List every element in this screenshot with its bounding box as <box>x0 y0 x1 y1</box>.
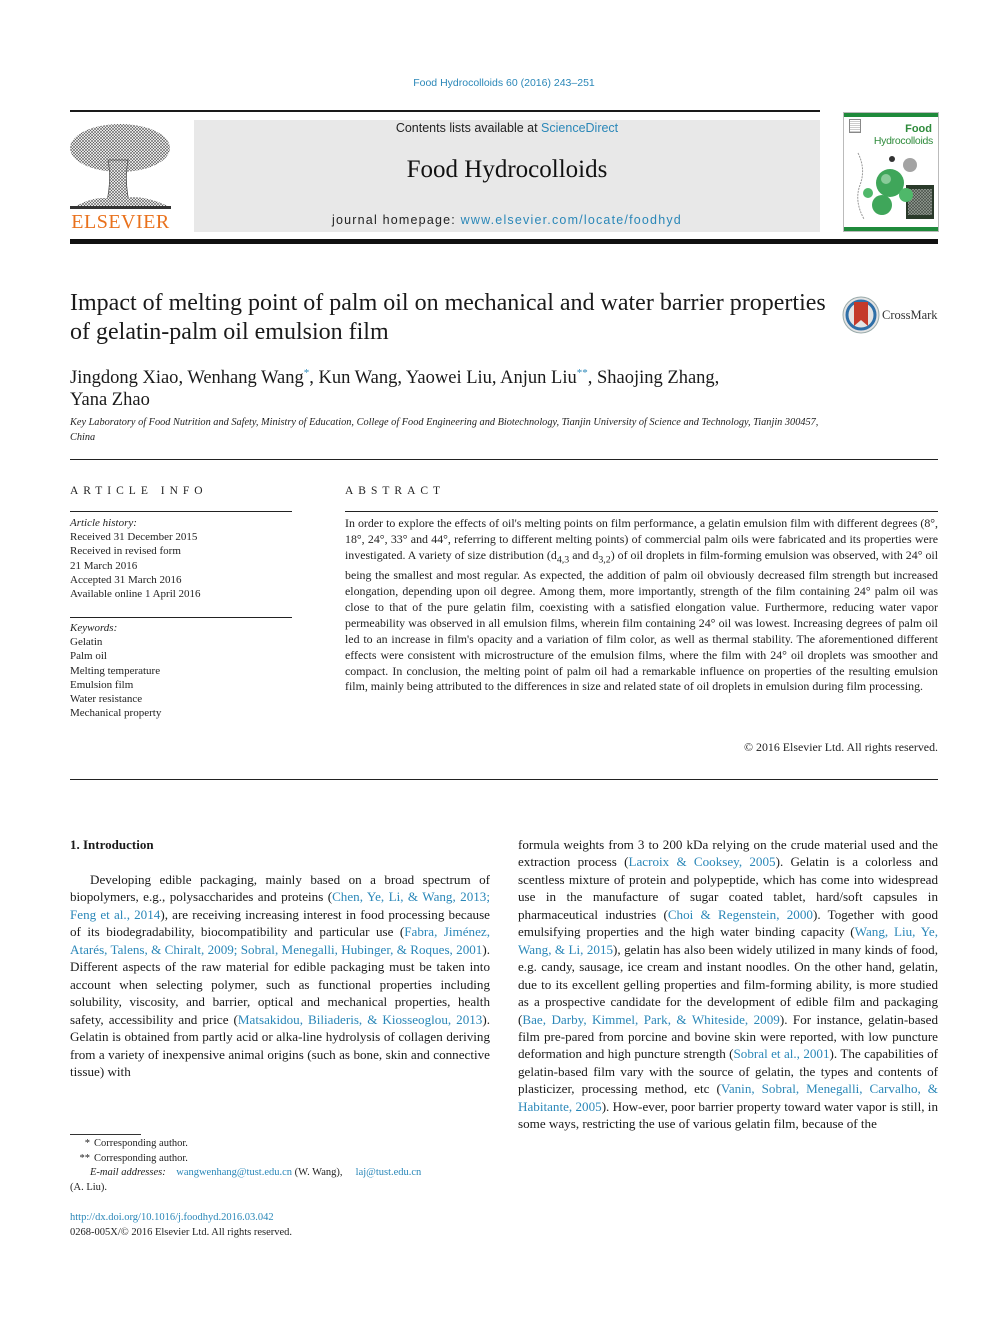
doi-block: http://dx.doi.org/10.1016/j.foodhyd.2016… <box>70 1211 292 1240</box>
abstract-heading: ABSTRACT <box>345 485 446 497</box>
doi-link[interactable]: http://dx.doi.org/10.1016/j.foodhyd.2016… <box>70 1211 292 1226</box>
molecule-illustration-icon <box>857 152 934 220</box>
intro-column-right: formula weights from 3 to 200 kDa relyin… <box>518 836 938 1133</box>
article-history: Article history: Received 31 December 20… <box>70 516 295 601</box>
author[interactable]: Shaojing Zhang <box>597 368 715 388</box>
history-item: Received 31 December 2015 <box>70 531 198 544</box>
article-info-heading: ARTICLE INFO <box>70 485 208 497</box>
keywords: Keywords: Gelatin Palm oil Melting tempe… <box>70 621 295 720</box>
introduction-heading: 1. Introduction <box>70 837 154 852</box>
history-item: Available online 1 April 2016 <box>70 588 201 601</box>
author[interactable]: Kun Wang <box>319 368 398 388</box>
section-rule <box>70 459 938 461</box>
abstract-copyright: © 2016 Elsevier Ltd. All rights reserved… <box>744 740 938 754</box>
tree-icon <box>70 124 171 209</box>
email-label: E-mail addresses: <box>90 1167 166 1179</box>
keyword: Palm oil <box>70 650 107 663</box>
citation-link[interactable]: Sobral et al., 2001 <box>734 1046 830 1061</box>
keyword: Gelatin <box>70 636 103 649</box>
footnote-mark: ** <box>79 1152 91 1164</box>
cover-emblem-icon <box>849 119 861 133</box>
email-owner: (A. Liu). <box>70 1181 108 1193</box>
author[interactable]: Yana Zhao <box>70 390 150 410</box>
abstract-rule <box>345 511 938 512</box>
keywords-label: Keywords: <box>70 622 118 634</box>
corresponding-mark[interactable]: * <box>304 367 310 379</box>
abstract-part: and d <box>569 547 599 562</box>
contents-line: Contents lists available at ScienceDirec… <box>194 121 820 135</box>
abstract-bottom-rule <box>70 779 938 781</box>
footnote-rule <box>70 1134 141 1135</box>
subscript: 4,3 <box>556 554 570 566</box>
paper-title: Impact of melting point of palm oil on m… <box>70 290 826 345</box>
abstract-part: ) of oil droplets in film-forming emulsi… <box>345 547 938 694</box>
crossmark-label: CrossMark <box>882 308 938 322</box>
email-link[interactable]: wangwenhang@tust.edu.cn <box>176 1167 292 1178</box>
journal-citation[interactable]: Food Hydrocolloids 60 (2016) 243–251 <box>0 77 992 89</box>
homepage-link[interactable]: www.elsevier.com/locate/foodhyd <box>461 213 682 227</box>
keyword: Mechanical property <box>70 707 162 720</box>
footnote-text: Corresponding author. <box>94 1152 188 1164</box>
affiliation: Key Laboratory of Food Nutrition and Saf… <box>70 417 819 443</box>
email-link[interactable]: laj@tust.edu.cn <box>356 1167 422 1178</box>
article-info-rule <box>70 511 292 512</box>
abstract-text: In order to explore the effects of oil's… <box>345 516 938 695</box>
citation-link[interactable]: Bae, Darby, Kimmel, Park, & Whiteside, 2… <box>522 1012 779 1027</box>
intro-column-left: Developing edible packaging, mainly base… <box>70 871 490 1080</box>
footnotes: * Corresponding author. ** Corresponding a… <box>70 1137 490 1195</box>
journal-cover-thumbnail[interactable]: Food Hydrocolloids <box>843 112 939 232</box>
intro-paragraph: formula weights from 3 to 200 kDa relyin… <box>518 836 938 1133</box>
keywords-rule <box>70 617 292 618</box>
homepage-line: journal homepage: www.elsevier.com/locat… <box>194 213 820 227</box>
crossmark-icon <box>842 296 880 334</box>
header-rule <box>70 110 820 112</box>
citation-link[interactable]: Lacroix & Cooksey, 2005 <box>628 854 775 869</box>
footnote-mark: * <box>84 1138 90 1149</box>
cover-title-line2: Hydrocolloids <box>873 135 933 147</box>
corresponding-mark[interactable]: ** <box>577 367 588 379</box>
subscript: 3,2 <box>598 554 611 566</box>
history-item: 21 March 2016 <box>70 559 138 572</box>
keyword: Emulsion film <box>70 678 134 691</box>
author[interactable]: Jingdong Xiao <box>70 368 178 388</box>
email-owner: (W. Wang), <box>292 1167 346 1179</box>
author-list: Jingdong Xiao, Wenhang Wang*, Kun Wang, … <box>70 367 720 411</box>
intro-paragraph: Developing edible packaging, mainly base… <box>70 871 490 1080</box>
author[interactable]: Wenhang Wang <box>187 368 303 388</box>
citation-link[interactable]: Matsakidou, Biliaderis, & Kiosseoglou, 2… <box>238 1012 482 1027</box>
cover-title-line1: Food <box>905 123 932 135</box>
journal-title: Food Hydrocolloids <box>406 156 608 183</box>
elsevier-wordmark: ELSEVIER <box>71 211 170 233</box>
cover-bottom-bar <box>844 227 938 231</box>
history-item: Received in revised form <box>70 545 181 558</box>
author[interactable]: Anjun Liu <box>500 368 577 388</box>
cover-top-bar <box>844 113 938 117</box>
homepage-prefix: journal homepage: <box>332 213 461 227</box>
keyword: Water resistance <box>70 693 143 706</box>
history-item: Accepted 31 March 2016 <box>70 573 182 586</box>
author[interactable]: Yaowei Liu <box>406 368 492 388</box>
crossmark-button[interactable]: CrossMark <box>842 296 942 336</box>
citation-link[interactable]: Choi & Regenstein, 2000 <box>668 907 813 922</box>
footnote-text: Corresponding author. <box>94 1138 188 1149</box>
issn-copyright: 0268-005X/© 2016 Elsevier Ltd. All right… <box>70 1226 293 1238</box>
history-label: Article history: <box>70 517 137 529</box>
contents-prefix: Contents lists available at <box>395 121 542 135</box>
keyword: Melting temperature <box>70 664 161 677</box>
sciencedirect-link[interactable]: ScienceDirect <box>541 121 618 135</box>
masthead-rule <box>70 239 938 244</box>
